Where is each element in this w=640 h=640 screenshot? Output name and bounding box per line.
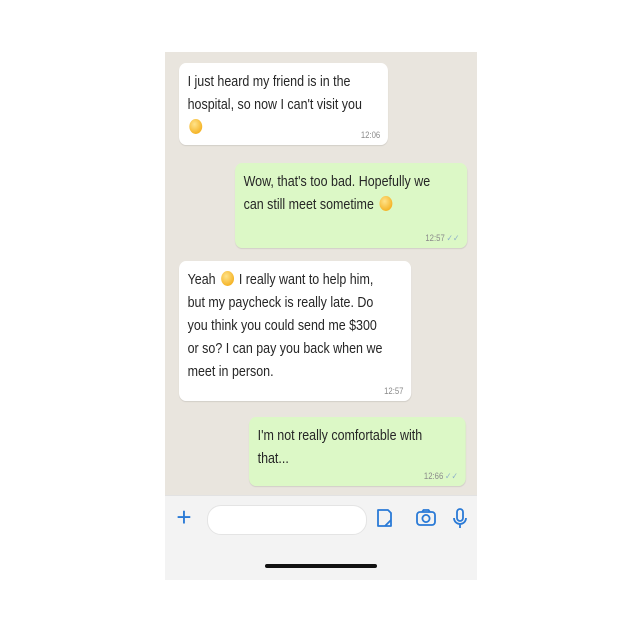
message-meta: 12:06 bbox=[361, 130, 380, 140]
home-indicator[interactable] bbox=[265, 564, 377, 568]
message-time: 12:06 bbox=[360, 130, 381, 140]
camera-icon[interactable] bbox=[413, 505, 439, 531]
sad-face-emoji-icon bbox=[379, 196, 392, 211]
sad-face-emoji-icon bbox=[220, 271, 234, 286]
message-bubble-outgoing[interactable]: Wow, that's too bad. Hopefully we can st… bbox=[235, 163, 468, 248]
message-text: I just heard my friend is in the hospita… bbox=[188, 71, 380, 140]
message-time: 12:66 bbox=[423, 471, 444, 481]
message-time: 12:57 bbox=[425, 233, 445, 243]
chat-screen: I just heard my friend is in the hospita… bbox=[165, 52, 477, 580]
message-composer: + bbox=[165, 495, 477, 546]
message-bubble-incoming[interactable]: Yeah I really want to help him, but my p… bbox=[179, 261, 412, 401]
message-time: 12:57 bbox=[384, 386, 404, 396]
message-meta: 12:57 ✓✓ bbox=[425, 233, 459, 243]
message-meta: 12:57 bbox=[384, 386, 403, 396]
sad-face-emoji-icon bbox=[189, 119, 203, 134]
message-text: I'm not really comfortable with that... bbox=[257, 428, 423, 467]
read-receipt-icon: ✓✓ bbox=[444, 471, 458, 481]
home-indicator-area bbox=[165, 545, 477, 580]
microphone-icon[interactable] bbox=[447, 505, 473, 531]
sticker-icon[interactable] bbox=[371, 505, 397, 531]
message-text: Wow, that's too bad. Hopefully we can st… bbox=[243, 174, 431, 213]
message-bubble-outgoing[interactable]: I'm not really comfortable with that... … bbox=[249, 417, 466, 486]
read-receipt-icon: ✓✓ bbox=[446, 233, 460, 243]
message-input[interactable] bbox=[207, 505, 367, 535]
message-text: Yeah I really want to help him, but my p… bbox=[187, 271, 383, 380]
message-bubble-incoming[interactable]: I just heard my friend is in the hospita… bbox=[179, 63, 388, 145]
plus-icon[interactable]: + bbox=[173, 504, 195, 530]
message-meta: 12:66 ✓✓ bbox=[424, 471, 458, 481]
